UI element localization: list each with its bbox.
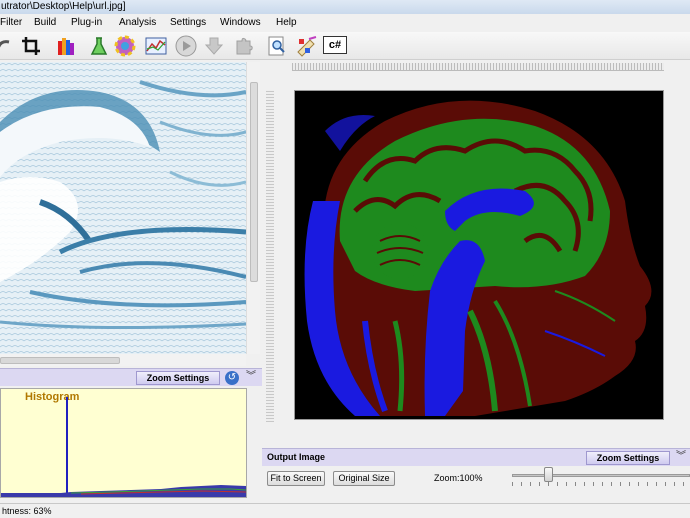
- csharp-icon[interactable]: c#: [323, 36, 347, 54]
- histogram-panel: Histogram: [0, 388, 247, 498]
- scroll-thumb[interactable]: [0, 357, 120, 364]
- histogram-plot: [1, 397, 246, 497]
- menu-filter[interactable]: Filter: [0, 14, 22, 32]
- paint-palette-icon[interactable]: [296, 35, 318, 57]
- play-icon[interactable]: [175, 35, 197, 57]
- puzzle-icon[interactable]: [233, 35, 255, 57]
- menu-analysis[interactable]: Analysis: [119, 14, 156, 32]
- color-wheel-icon[interactable]: [114, 35, 136, 57]
- chevron-down-icon[interactable]: ︾: [245, 370, 257, 384]
- output-zoom-settings-button[interactable]: Zoom Settings: [586, 451, 670, 465]
- zoom-readout: Zoom:100%: [434, 473, 483, 483]
- status-text: htness: 63%: [2, 506, 52, 516]
- vertical-ruler: [266, 90, 274, 422]
- output-label-bar: Output Image Zoom Settings ︾: [262, 448, 690, 466]
- color-bars-icon[interactable]: [56, 35, 78, 57]
- horizontal-ruler: [292, 63, 664, 71]
- down-arrow-icon[interactable]: [203, 35, 225, 57]
- graph-icon[interactable]: [145, 35, 167, 57]
- zoom-slider-ticks: [512, 482, 690, 486]
- input-image: [0, 62, 246, 354]
- zoom-doc-icon[interactable]: [266, 35, 288, 57]
- status-bar: htness: 63%: [0, 503, 690, 518]
- menu-help[interactable]: Help: [276, 14, 297, 32]
- output-image-view[interactable]: [294, 90, 664, 420]
- scroll-thumb[interactable]: [250, 82, 258, 282]
- menu-windows[interactable]: Windows: [220, 14, 261, 32]
- output-image-label: Output Image: [267, 452, 325, 462]
- menu-settings[interactable]: Settings: [170, 14, 206, 32]
- flask-icon[interactable]: [88, 35, 110, 57]
- menu-build[interactable]: Build: [34, 14, 56, 32]
- undo-icon[interactable]: [0, 35, 16, 57]
- crop-icon[interactable]: [20, 35, 42, 57]
- menu-plug-in[interactable]: Plug-in: [71, 14, 102, 32]
- window-title-bar: utrator\Desktop\Help\url.jpg]: [0, 0, 690, 14]
- fit-to-screen-button[interactable]: Fit to Screen: [267, 471, 325, 486]
- zoom-settings-button[interactable]: Zoom Settings: [136, 371, 220, 385]
- output-image: [295, 91, 663, 419]
- zoom-slider-thumb[interactable]: [544, 467, 553, 482]
- menu-bar: Filter Build Plug-in Analysis Settings W…: [0, 14, 690, 32]
- zoom-slider-track[interactable]: [512, 474, 690, 477]
- output-controls: Fit to Screen Original Size Zoom:100%: [262, 466, 690, 502]
- left-zoom-bar: Zoom Settings ↺ ︾: [0, 368, 262, 386]
- left-horizontal-scrollbar[interactable]: [0, 354, 246, 366]
- chevron-down-icon[interactable]: ︾: [675, 450, 687, 464]
- csharp-label: c#: [328, 39, 342, 51]
- refresh-icon[interactable]: ↺: [225, 371, 239, 385]
- input-image-view[interactable]: [0, 62, 246, 354]
- original-size-button[interactable]: Original Size: [333, 471, 395, 486]
- left-vertical-scrollbar[interactable]: [246, 62, 260, 354]
- toolbar: c#: [0, 32, 690, 60]
- window-title: utrator\Desktop\Help\url.jpg]: [1, 1, 126, 12]
